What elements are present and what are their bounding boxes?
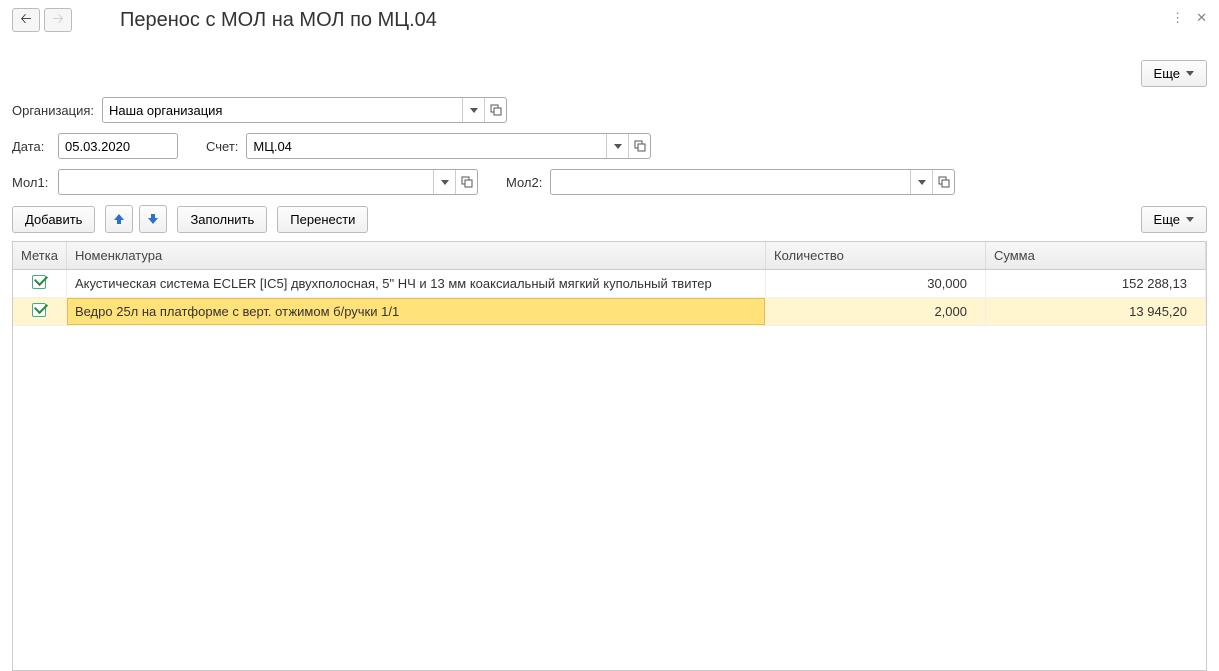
cell-mark[interactable] (13, 270, 66, 298)
date-input[interactable] (59, 134, 178, 158)
account-input[interactable] (247, 134, 606, 158)
app-window: 🡠 🡢 Перенос с МОЛ на МОЛ по МЦ.04 ⋮ ✕ Ещ… (0, 0, 1219, 671)
org-input[interactable] (103, 98, 462, 122)
dropdown-icon[interactable] (606, 134, 628, 158)
close-icon[interactable]: ✕ (1196, 10, 1207, 26)
header-more-button[interactable]: Еще (1141, 60, 1207, 87)
dropdown-icon[interactable] (462, 98, 484, 122)
header-more-label: Еще (1154, 66, 1180, 81)
cell-nomenclature[interactable]: Акустическая система ECLER [IC5] двухпол… (66, 270, 765, 298)
titlebar: 🡠 🡢 Перенос с МОЛ на МОЛ по МЦ.04 (12, 8, 1207, 32)
open-icon[interactable] (932, 170, 954, 194)
org-label: Организация: (12, 103, 94, 118)
cell-quantity[interactable]: 30,000 (766, 270, 986, 298)
col-header-mark[interactable]: Метка (13, 242, 66, 270)
fill-button[interactable]: Заполнить (177, 206, 267, 233)
mol1-label: Мол1: (12, 175, 50, 190)
mol1-input[interactable] (59, 170, 433, 194)
checkmark-icon[interactable] (32, 303, 46, 317)
checkmark-icon[interactable] (32, 275, 46, 289)
move-up-button[interactable] (105, 205, 133, 233)
open-icon[interactable] (455, 170, 477, 194)
chevron-down-icon (1186, 71, 1194, 76)
grid-more-button[interactable]: Еще (1141, 206, 1207, 233)
account-field[interactable] (246, 133, 651, 159)
cell-nomenclature[interactable]: Ведро 25л на платформе с верт. отжимом б… (66, 298, 765, 326)
transfer-button[interactable]: Перенести (277, 206, 368, 233)
nav-back-button[interactable]: 🡠 (12, 8, 40, 32)
chevron-down-icon (1186, 217, 1194, 222)
kebab-menu-icon[interactable]: ⋮ (1171, 10, 1184, 26)
window-controls: ⋮ ✕ (1171, 10, 1207, 26)
date-field[interactable] (58, 133, 178, 159)
table-row[interactable]: Ведро 25л на платформе с верт. отжимом б… (13, 298, 1206, 326)
dropdown-icon[interactable] (910, 170, 932, 194)
mol1-field[interactable] (58, 169, 478, 195)
data-grid[interactable]: Метка Номенклатура Количество Сумма Акус… (12, 241, 1207, 671)
page-title: Перенос с МОЛ на МОЛ по МЦ.04 (120, 9, 437, 32)
cell-sum[interactable]: 152 288,13 (986, 270, 1206, 298)
mol2-label: Мол2: (506, 175, 542, 190)
grid-toolbar: Добавить Заполнить Перенести Еще (12, 205, 1207, 233)
col-header-sum[interactable]: Сумма (986, 242, 1206, 270)
mol2-input[interactable] (551, 170, 910, 194)
mol2-field[interactable] (550, 169, 955, 195)
open-icon[interactable] (484, 98, 506, 122)
cell-mark[interactable] (13, 298, 66, 326)
cell-quantity[interactable]: 2,000 (766, 298, 986, 326)
table-row[interactable]: Акустическая система ECLER [IC5] двухпол… (13, 270, 1206, 298)
add-button[interactable]: Добавить (12, 206, 95, 233)
org-field[interactable] (102, 97, 507, 123)
date-label: Дата: (12, 139, 50, 154)
grid-more-label: Еще (1154, 212, 1180, 227)
move-down-button[interactable] (139, 205, 167, 233)
col-header-nomenclature[interactable]: Номенклатура (66, 242, 765, 270)
dropdown-icon[interactable] (433, 170, 455, 194)
cell-sum[interactable]: 13 945,20 (986, 298, 1206, 326)
col-header-quantity[interactable]: Количество (766, 242, 986, 270)
nav-forward-button[interactable]: 🡢 (44, 8, 72, 32)
open-icon[interactable] (628, 134, 650, 158)
account-label: Счет: (206, 139, 238, 154)
